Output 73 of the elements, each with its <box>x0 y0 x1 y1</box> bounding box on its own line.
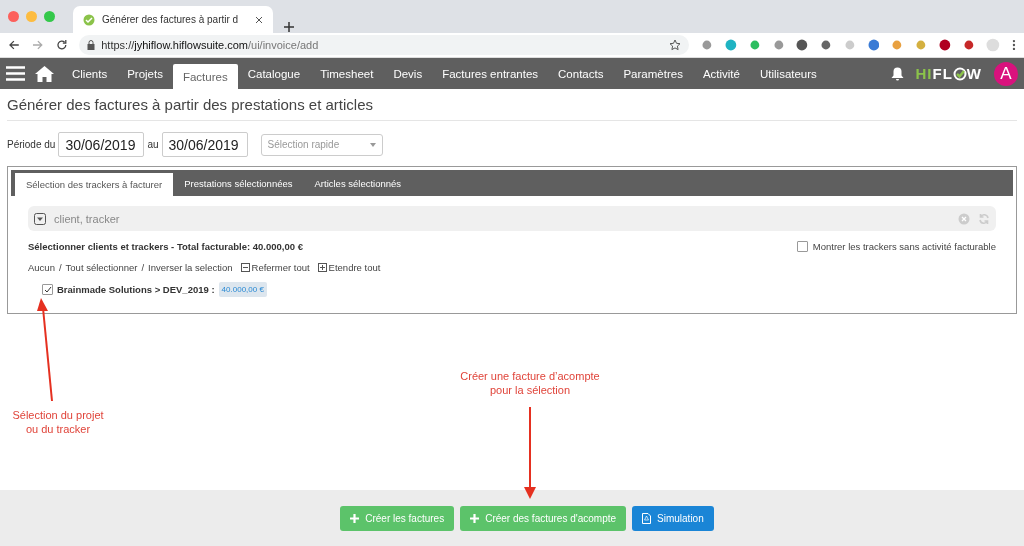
nav-tab[interactable]: Contacts <box>548 58 614 89</box>
expand-all-link[interactable]: Etendre tout <box>317 262 381 273</box>
dropdown-icon <box>34 212 46 225</box>
page-title: Générer des factures à partir des prestations et articles <box>7 89 1017 121</box>
check-icon <box>83 13 95 26</box>
home-icon[interactable] <box>35 65 54 82</box>
annotation-text: Créer une facture d’acompte pour la sélection <box>459 369 601 397</box>
refresh-icon <box>978 212 990 225</box>
nav-tab[interactable]: Timesheet <box>310 58 384 89</box>
close-window-button[interactable] <box>8 11 19 22</box>
close-icon <box>255 15 263 24</box>
checkbox[interactable] <box>796 241 808 252</box>
url-text: https://jyhiflow.hiflowsuite.com/ui/invoice/add <box>101 39 319 51</box>
nav-tab[interactable]: Projets <box>117 58 173 89</box>
nav-tab[interactable]: Factures <box>172 64 238 89</box>
back-arrow-icon <box>8 39 20 51</box>
plus-box-icon <box>317 263 327 272</box>
period-to-label: au <box>147 139 159 150</box>
plus-icon <box>470 513 480 523</box>
browser-tab[interactable]: Générer des factures à partir d <box>73 6 273 33</box>
start-date-field[interactable]: 30/06/2019 <box>58 132 145 157</box>
period-from-label: Période du <box>7 139 56 150</box>
tracker-label: Brainmade Solutions > DEV_2019 : <box>57 284 215 295</box>
nav-tab[interactable]: Factures entrantes <box>432 58 549 89</box>
panel-tab[interactable]: Prestations sélectionnées <box>173 170 304 196</box>
tab-title: Générer des factures à partir d <box>102 14 239 25</box>
logo-check-icon <box>952 66 967 81</box>
extension-icon[interactable] <box>796 39 808 51</box>
nav-tab[interactable]: Utilisateurs <box>749 58 827 89</box>
selection-link[interactable]: Inverser la selection <box>148 262 233 273</box>
collapse-all-link[interactable]: Refermer tout <box>240 262 310 273</box>
end-date-field[interactable]: 30/06/2019 <box>161 132 248 157</box>
selection-link[interactable]: Aucun <box>28 262 55 273</box>
nav-tab[interactable]: Activité <box>692 58 750 89</box>
lock-icon <box>87 40 96 50</box>
panel-tab[interactable]: Articles sélectionnés <box>303 170 413 196</box>
extension-icon[interactable] <box>962 39 975 51</box>
selection-link[interactable]: Tout sélectionner <box>65 262 138 273</box>
annotation-text: Sélection du projet ou du tracker <box>11 408 105 436</box>
plus-icon <box>350 513 360 523</box>
reload-icon <box>55 39 68 51</box>
checkbox[interactable] <box>42 284 53 295</box>
nav-tab[interactable]: Catalogue <box>237 58 311 89</box>
bell-icon[interactable] <box>890 66 904 81</box>
extension-icon[interactable] <box>820 39 832 51</box>
checkbox-label: Montrer les trackers sans activité facturable <box>812 241 996 252</box>
summary-text: Sélectionner clients et trackers - Total facturable: 40.000,00 € <box>28 241 303 252</box>
amount-badge: 40.000,00 € <box>218 282 267 297</box>
user-avatar[interactable]: A <box>994 61 1018 86</box>
clear-icon <box>958 212 970 225</box>
pdf-file-icon <box>642 512 652 524</box>
caret-icon <box>369 142 376 147</box>
address-bar[interactable]: https://jyhiflow.hiflowsuite.com/ui/invoice/add <box>79 35 690 55</box>
logo-text: FL <box>932 65 953 82</box>
maximize-window-button[interactable] <box>44 11 55 22</box>
nav-tab[interactable]: Clients <box>62 58 118 89</box>
nav-tab[interactable]: Devis <box>383 58 433 89</box>
logo-text: HI <box>915 65 933 82</box>
separator-text: / <box>141 262 145 273</box>
menu-icon[interactable] <box>6 66 25 81</box>
simulation-button[interactable]: Simulation <box>632 505 714 531</box>
search-field[interactable]: client, tracker <box>28 206 996 231</box>
separator-text: / <box>58 262 62 273</box>
star-icon <box>669 39 682 51</box>
plus-icon <box>283 21 295 33</box>
extension-icon[interactable] <box>938 39 951 51</box>
minus-box-icon <box>240 263 250 272</box>
nav-tab[interactable]: Paramètres <box>613 58 693 89</box>
more-icon <box>1011 39 1016 51</box>
extension-icon[interactable] <box>867 39 880 51</box>
logo-text: W <box>966 65 982 82</box>
panel-tab[interactable]: Sélection des trackers à facturer <box>15 173 174 196</box>
forward-arrow-icon <box>31 39 44 51</box>
